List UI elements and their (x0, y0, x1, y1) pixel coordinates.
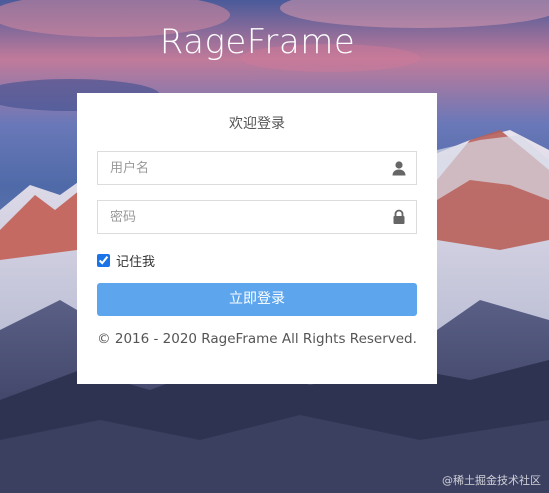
login-title: 欢迎登录 (229, 116, 285, 132)
remember-checkbox[interactable] (97, 253, 110, 267)
login-button[interactable]: 立即登录 (97, 283, 417, 316)
brand-title: RageFrame (159, 22, 356, 62)
watermark-text: @稀土掘金技术社区 (442, 474, 541, 487)
copyright-text: © 2016 - 2020 RageFrame All Rights Reser… (97, 331, 417, 347)
remember-label: 记住我 (116, 254, 156, 270)
username-field[interactable] (97, 151, 417, 185)
user-icon (391, 160, 407, 176)
remember-me[interactable]: 记住我 (97, 251, 417, 270)
password-field[interactable] (97, 200, 417, 234)
lock-icon (391, 209, 407, 225)
login-card: 欢迎登录 记住我 立即登录 © 2016 - 2020 RageFrame Al… (77, 93, 437, 384)
password-input[interactable] (98, 201, 392, 233)
username-input[interactable] (98, 152, 392, 184)
